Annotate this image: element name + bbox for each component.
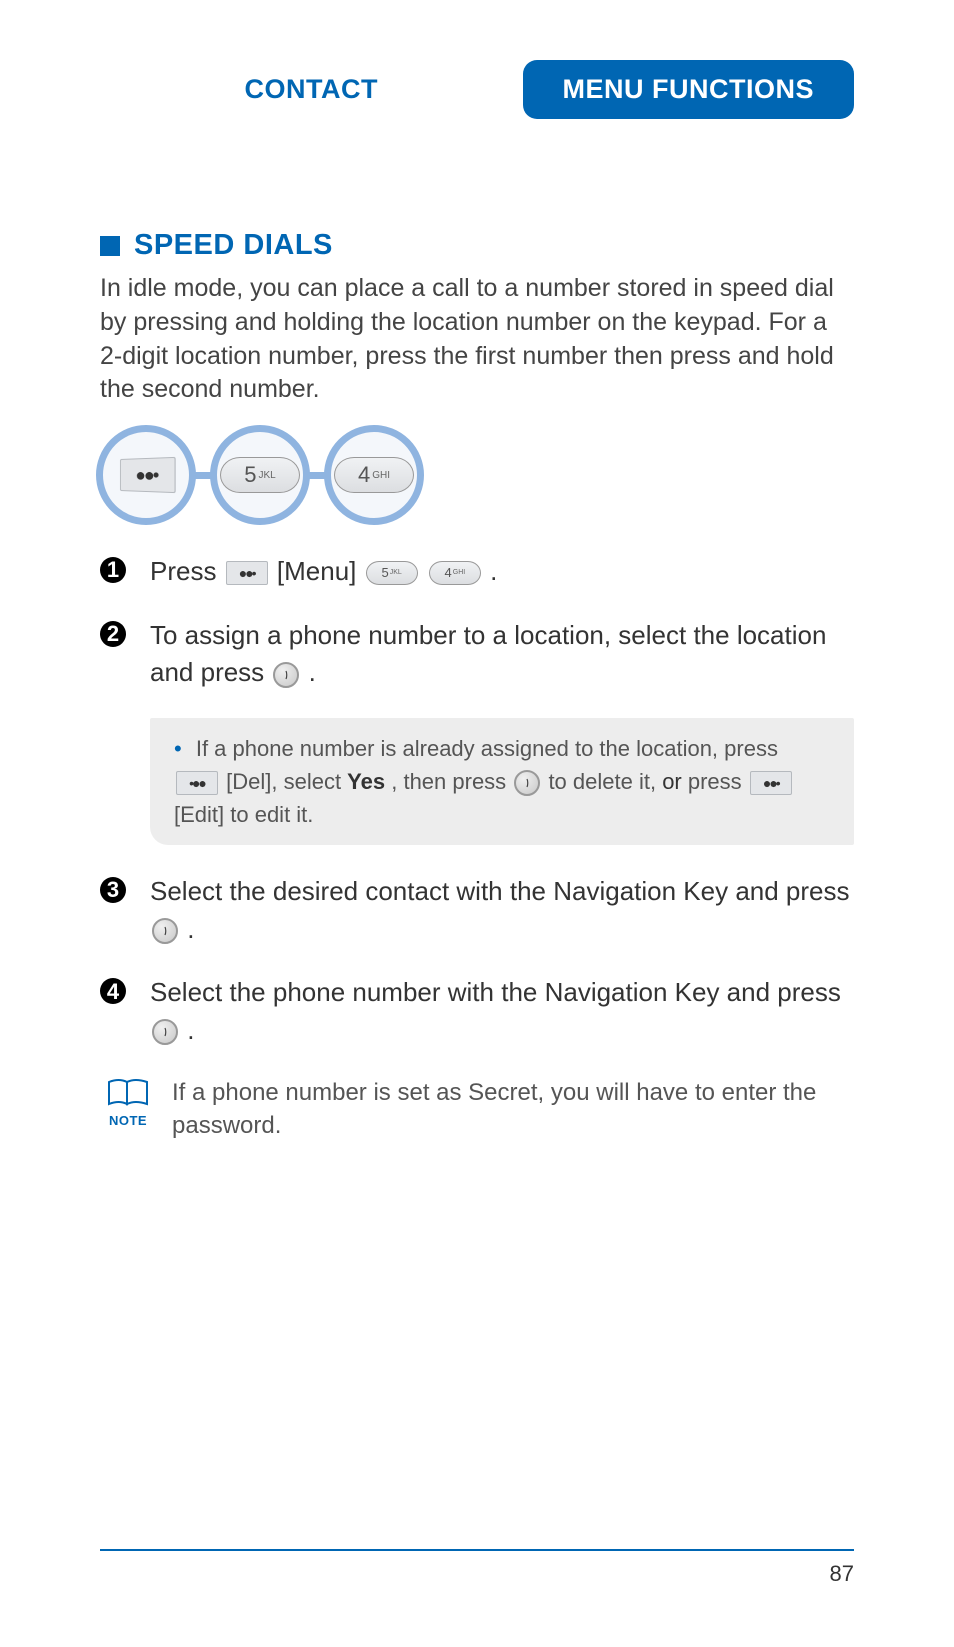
keypad-connector-icon xyxy=(309,472,325,479)
edit-softkey-icon: ●●• xyxy=(750,771,792,795)
step-3: 3 Select the desired contact with the Na… xyxy=(100,873,854,948)
note-block: NOTE If a phone number is set as Secret,… xyxy=(100,1076,854,1143)
note-book-icon xyxy=(105,1076,151,1108)
step-number-icon: 3 xyxy=(100,877,126,903)
keypad-key-4: 4GHI xyxy=(324,425,424,525)
footer-divider xyxy=(100,1549,854,1551)
page-number: 87 xyxy=(100,1561,854,1587)
ok-key-icon xyxy=(152,1019,178,1045)
note-icon-wrap: NOTE xyxy=(100,1076,156,1128)
keypad-illustration: ●●• 5JKL 4GHI xyxy=(96,425,854,525)
key-5-icon: 5JKL xyxy=(366,561,418,585)
key-4-icon: 4GHI xyxy=(334,457,414,493)
page-header: CONTACT MENU FUNCTIONS xyxy=(100,60,854,119)
step-1: 1 Press ●●• [Menu] 5JKL 4GHI . xyxy=(100,553,854,591)
ok-key-icon xyxy=(273,662,299,688)
step-2: 2 To assign a phone number to a location… xyxy=(100,617,854,692)
section-intro: In idle mode, you can place a call to a … xyxy=(100,272,854,407)
keypad-key-5: 5JKL xyxy=(210,425,310,525)
keypad-key-menu: ●●• xyxy=(96,425,196,525)
del-softkey-icon: •●● xyxy=(176,771,218,795)
key-4-icon: 4GHI xyxy=(429,561,481,585)
ok-key-icon xyxy=(514,770,540,796)
header-category: CONTACT xyxy=(100,74,523,105)
ok-key-icon xyxy=(152,918,178,944)
page-footer: 87 xyxy=(100,1549,854,1587)
section-bullet-icon xyxy=(100,236,120,256)
menu-softkey-icon: ●●• xyxy=(226,561,268,585)
keypad-connector-icon xyxy=(195,472,211,479)
step-3-body: Select the desired contact with the Navi… xyxy=(150,873,854,948)
note-label: NOTE xyxy=(100,1113,156,1128)
sub-note: • If a phone number is already assigned … xyxy=(150,718,854,845)
step-4-body: Select the phone number with the Navigat… xyxy=(150,974,854,1049)
step-number-icon: 1 xyxy=(100,557,126,583)
section-heading: SPEED DIALS xyxy=(100,229,854,262)
step-1-body: Press ●●• [Menu] 5JKL 4GHI . xyxy=(150,553,854,591)
menu-softkey-icon: ●●• xyxy=(120,457,176,493)
step-number-icon: 2 xyxy=(100,621,126,647)
step-2-body: To assign a phone number to a location, … xyxy=(150,617,854,692)
note-text: If a phone number is set as Secret, you … xyxy=(172,1076,854,1143)
step-4: 4 Select the phone number with the Navig… xyxy=(100,974,854,1049)
section-title: SPEED DIALS xyxy=(134,229,333,262)
bullet-icon: • xyxy=(174,736,182,761)
key-5-icon: 5JKL xyxy=(220,457,300,493)
header-chapter-badge: MENU FUNCTIONS xyxy=(523,60,855,119)
step-number-icon: 4 xyxy=(100,978,126,1004)
